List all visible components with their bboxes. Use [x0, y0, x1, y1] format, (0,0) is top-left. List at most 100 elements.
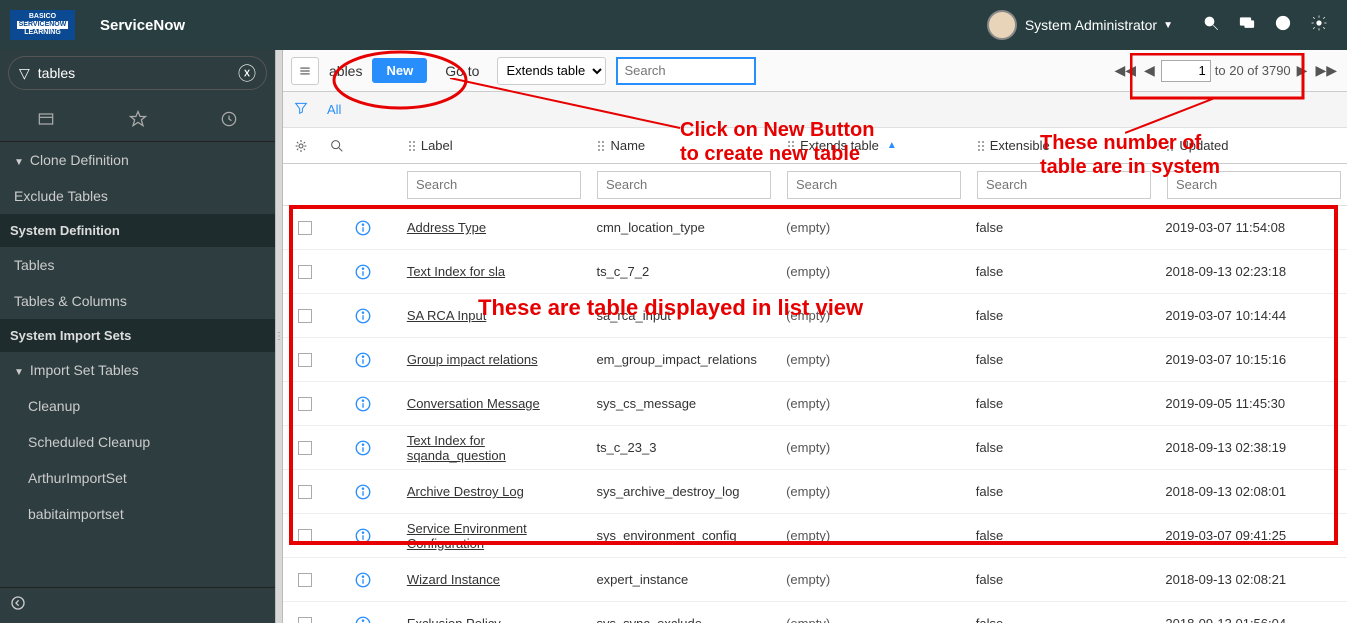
row-checkbox[interactable] — [283, 309, 327, 323]
table-row[interactable]: Exclusion Policysys_sync_exclude(empty)f… — [283, 602, 1347, 623]
new-button[interactable]: New — [372, 58, 427, 83]
col-extensible[interactable]: Extensible — [968, 138, 1158, 153]
user-menu-caret-icon[interactable]: ▼ — [1163, 20, 1173, 31]
info-icon[interactable] — [327, 395, 399, 413]
nav-tab-favorites-icon[interactable] — [92, 96, 184, 141]
table-row[interactable]: Wizard Instanceexpert_instance(empty)fal… — [283, 558, 1347, 602]
info-icon[interactable] — [327, 263, 399, 281]
cell-label[interactable]: Exclusion Policy — [399, 616, 589, 623]
table-row[interactable]: Archive Destroy Logsys_archive_destroy_l… — [283, 470, 1347, 514]
table-row[interactable]: Group impact relationsem_group_impact_re… — [283, 338, 1347, 382]
table-row[interactable]: Text Index for sqanda_questionts_c_23_3(… — [283, 426, 1347, 470]
cell-name: ts_c_23_3 — [588, 440, 778, 455]
search-extends[interactable] — [787, 171, 961, 199]
page-prev-icon[interactable]: ◀ — [1142, 62, 1157, 79]
breadcrumb-all[interactable]: All — [327, 102, 341, 117]
page-next-icon[interactable]: ▶ — [1295, 62, 1310, 79]
funnel-icon[interactable] — [293, 100, 309, 119]
collapse-nav-icon[interactable] — [10, 595, 26, 616]
info-icon[interactable] — [327, 527, 399, 545]
chat-icon[interactable] — [1229, 14, 1265, 37]
cell-label[interactable]: Archive Destroy Log — [399, 484, 589, 499]
cell-updated: 2018-09-13 02:08:21 — [1157, 572, 1347, 587]
col-updated[interactable]: Updated — [1157, 138, 1347, 153]
cell-label[interactable]: SA RCA Input — [399, 308, 589, 323]
row-checkbox[interactable] — [283, 221, 327, 235]
resize-handle[interactable]: ⋮ — [275, 50, 283, 623]
search-extensible[interactable] — [977, 171, 1151, 199]
cell-extends: (empty) — [778, 440, 968, 455]
cell-extends: (empty) — [778, 352, 968, 367]
info-icon[interactable] — [327, 351, 399, 369]
gear-icon[interactable] — [1301, 14, 1337, 37]
nav-item[interactable]: Cleanup — [0, 388, 275, 424]
nav-item[interactable]: ▼Import Set Tables — [0, 352, 275, 388]
table-row[interactable]: Text Index for slats_c_7_2(empty)false20… — [283, 250, 1347, 294]
info-icon[interactable] — [327, 219, 399, 237]
toolbar-search-input[interactable] — [616, 57, 756, 85]
help-icon[interactable] — [1265, 14, 1301, 37]
nav-filter-input[interactable] — [38, 65, 238, 81]
info-icon[interactable] — [327, 439, 399, 457]
search-label[interactable] — [407, 171, 581, 199]
left-nav: ▽ ⓧ ▼Clone DefinitionExclude TablesSyste… — [0, 50, 275, 623]
list-menu-icon[interactable] — [291, 57, 319, 85]
nav-item[interactable]: Tables & Columns — [0, 283, 275, 319]
row-checkbox[interactable] — [283, 485, 327, 499]
cell-label[interactable]: Wizard Instance — [399, 572, 589, 587]
page-last-icon[interactable]: ▶▶ — [1313, 62, 1339, 79]
page-current-input[interactable] — [1161, 60, 1211, 82]
cell-name: sa_rca_input — [588, 308, 778, 323]
info-icon[interactable] — [327, 483, 399, 501]
row-checkbox[interactable] — [283, 573, 327, 587]
page-first-icon[interactable]: ◀◀ — [1112, 62, 1138, 79]
nav-section-header: System Import Sets — [0, 319, 275, 352]
table-row[interactable]: Address Typecmn_location_type(empty)fals… — [283, 206, 1347, 250]
row-checkbox[interactable] — [283, 529, 327, 543]
user-name[interactable]: System Administrator — [1025, 17, 1157, 33]
goto-select[interactable]: Extends table — [497, 57, 606, 85]
clear-filter-icon[interactable]: ⓧ — [238, 60, 256, 86]
cell-updated: 2018-09-13 01:56:04 — [1157, 616, 1347, 623]
row-checkbox[interactable] — [283, 441, 327, 455]
nav-section-header: System Definition — [0, 214, 275, 247]
cell-label[interactable]: Text Index for sla — [399, 264, 589, 279]
column-search-icon[interactable] — [319, 138, 355, 154]
cell-label[interactable]: Group impact relations — [399, 352, 589, 367]
cell-name: sys_environment_config — [588, 528, 778, 543]
nav-item[interactable]: Scheduled Cleanup — [0, 424, 275, 460]
col-extends[interactable]: Extends table▲ — [778, 138, 968, 153]
nav-item[interactable]: ▼Clone Definition — [0, 142, 275, 178]
row-checkbox[interactable] — [283, 353, 327, 367]
info-icon[interactable] — [327, 571, 399, 589]
cell-label[interactable]: Address Type — [399, 220, 589, 235]
col-name[interactable]: Name — [588, 138, 778, 153]
search-updated[interactable] — [1167, 171, 1341, 199]
table-row[interactable]: Service Environment Configurationsys_env… — [283, 514, 1347, 558]
table-row[interactable]: SA RCA Inputsa_rca_input(empty)false2019… — [283, 294, 1347, 338]
info-icon[interactable] — [327, 615, 399, 623]
row-checkbox[interactable] — [283, 617, 327, 623]
cell-label[interactable]: Conversation Message — [399, 396, 589, 411]
col-label[interactable]: Label — [399, 138, 589, 153]
nav-item[interactable]: Exclude Tables — [0, 178, 275, 214]
nav-item[interactable]: babitaimportset — [0, 496, 275, 532]
cell-name: sys_cs_message — [588, 396, 778, 411]
cell-label[interactable]: Text Index for sqanda_question — [399, 433, 589, 463]
nav-filter[interactable]: ▽ ⓧ — [8, 56, 267, 90]
cell-label[interactable]: Service Environment Configuration — [399, 521, 589, 551]
nav-item[interactable]: ArthurImportSet — [0, 460, 275, 496]
cell-name: ts_c_7_2 — [588, 264, 778, 279]
nav-item[interactable]: Tables — [0, 247, 275, 283]
search-name[interactable] — [597, 171, 771, 199]
column-gear-icon[interactable] — [283, 138, 319, 154]
global-search-icon[interactable] — [1193, 14, 1229, 37]
list-toolbar: ables New Go to Extends table ◀◀ ◀ to 20… — [283, 50, 1347, 92]
avatar[interactable] — [987, 10, 1017, 40]
nav-tab-all-apps-icon[interactable] — [0, 96, 92, 141]
table-row[interactable]: Conversation Messagesys_cs_message(empty… — [283, 382, 1347, 426]
info-icon[interactable] — [327, 307, 399, 325]
nav-tab-history-icon[interactable] — [183, 96, 275, 141]
row-checkbox[interactable] — [283, 397, 327, 411]
row-checkbox[interactable] — [283, 265, 327, 279]
